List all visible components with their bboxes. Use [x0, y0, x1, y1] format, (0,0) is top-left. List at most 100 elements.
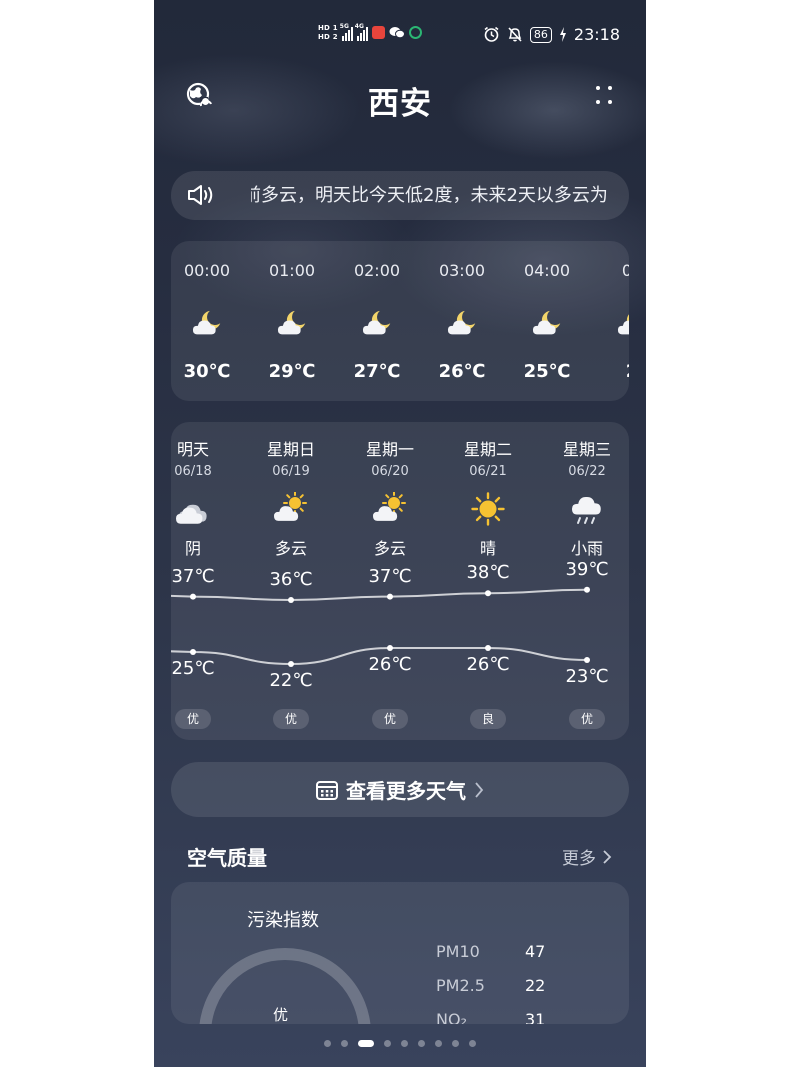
alarm-icon: [484, 26, 499, 42]
low-temp-label: 23℃: [565, 666, 609, 687]
day-date: 06/21: [469, 464, 507, 479]
low-temp-point: [387, 645, 393, 651]
pollutant-name: PM10: [436, 942, 480, 961]
hour-temp: 27℃: [353, 361, 401, 382]
pollutant-value: 22: [525, 976, 546, 995]
hour-temp: 25℃: [523, 361, 571, 382]
moon-cloud-icon: [446, 309, 480, 339]
day-date: 06/22: [568, 464, 606, 479]
notification-app-icon: [371, 26, 385, 39]
hd2-indicator: HD 2: [318, 33, 338, 41]
pollutant-value: 31: [525, 1010, 546, 1024]
sun-icon: [470, 492, 506, 526]
more-options-icon[interactable]: [594, 84, 614, 108]
day-condition: 多云: [274, 539, 307, 558]
hour-temp: 2: [592, 361, 629, 382]
air-quality-title: 空气质量: [187, 846, 267, 870]
high-temp-label: 37℃: [171, 565, 215, 587]
hour-time: 01:00: [268, 261, 316, 280]
signal-5g-icon: 5G: [339, 22, 353, 41]
pollution-index-label: 污染指数: [247, 910, 319, 931]
low-temp-label: 22℃: [269, 670, 313, 691]
day-name: 明天: [176, 440, 209, 459]
light-rain-icon: [569, 492, 605, 526]
moon-cloud-icon: [276, 309, 310, 339]
day-date: 06/20: [371, 464, 409, 479]
day-name: 星期一: [365, 440, 414, 459]
air-quality-more-link[interactable]: 更多: [562, 844, 612, 869]
clock-time: 23:18: [573, 25, 620, 44]
aqi-badge: 优: [372, 709, 408, 729]
hour-temp: 29℃: [268, 361, 316, 382]
page-dot[interactable]: [452, 1040, 459, 1047]
pollutant-value: 47: [525, 942, 546, 961]
page-indicator: [154, 1040, 646, 1047]
voice-broadcast-bar[interactable]: 前多云，明天比今天低2度，未来2天以多云为: [171, 171, 629, 220]
low-temp-point: [584, 657, 590, 663]
high-temp-point: [485, 590, 491, 597]
moon-cloud-icon: [191, 309, 225, 339]
aqi-badge: 优: [273, 709, 309, 729]
battery-level: 86: [529, 26, 552, 43]
page-dot[interactable]: [358, 1040, 374, 1047]
low-temp-label: 26℃: [368, 654, 412, 675]
hd1-indicator: HD 1: [318, 24, 338, 32]
low-temp-point: [190, 649, 196, 655]
page-dot[interactable]: [384, 1040, 391, 1047]
hour-temp: 30℃: [183, 361, 231, 382]
high-temp-label: 39℃: [565, 558, 609, 580]
signal-4g-label: 4G: [354, 22, 364, 30]
hourly-forecast-card[interactable]: 00:00 30℃ 01:00 29℃ 02:00 27℃ 03:00 26℃ 04:00 25℃…: [171, 241, 629, 401]
charging-icon: [559, 27, 566, 42]
view-more-label: 查看更多天气: [346, 779, 466, 803]
calendar-icon: [316, 780, 338, 800]
air-quality-more-label: 更多: [562, 849, 596, 869]
page-dot[interactable]: [341, 1040, 348, 1047]
pollutant-name: NO₂: [436, 1010, 467, 1024]
moon-cloud-icon: [616, 309, 629, 339]
wechat-icon: [389, 27, 405, 39]
aqi-badge: 优: [175, 709, 211, 729]
hour-time: 00:00: [183, 261, 231, 280]
hour-temp: 26℃: [438, 361, 486, 382]
chevron-right-icon: [475, 781, 484, 798]
speaker-icon[interactable]: [186, 183, 216, 207]
view-more-weather-button[interactable]: 查看更多天气: [171, 762, 629, 817]
day-date: 06/18: [174, 464, 212, 479]
weather-app-screen: HD 1 HD 2 5G 4G 86 23:18 西安 前多云，明天比今天低2度…: [154, 0, 646, 1067]
hour-time: 04:00: [523, 261, 571, 280]
low-temp-label: 25℃: [171, 658, 215, 679]
daily-forecast-card[interactable]: 明天 06/18 阴 37℃ 25℃ 优 星期日 06/19 多云 36℃ 22℃ 优 星期一 06/20…: [171, 422, 629, 740]
day-condition: 阴: [184, 539, 201, 558]
broadcast-text: 前多云，明天比今天低2度，未来2天以多云为: [251, 185, 608, 206]
air-quality-card[interactable]: 污染指数 优 PM10 47 PM2.5 22 NO₂ 31: [171, 882, 629, 1024]
chevron-right-icon: [603, 849, 612, 864]
day-condition: 多云: [373, 539, 406, 558]
city-title: 西安: [368, 86, 432, 122]
page-dot[interactable]: [469, 1040, 476, 1047]
hour-time: 05: [621, 261, 629, 280]
signal-5g-label: 5G: [339, 22, 349, 30]
partly-cloudy-icon: [372, 491, 408, 526]
day-condition: 晴: [479, 539, 496, 558]
high-temp-label: 38℃: [466, 562, 510, 584]
page-dot[interactable]: [401, 1040, 408, 1047]
mobile-app-icon: [408, 26, 422, 39]
status-bar: HD 1 HD 2 5G 4G 86 23:18: [154, 22, 646, 52]
page-dot[interactable]: [435, 1040, 442, 1047]
overcast-cloud-icon: [175, 492, 211, 526]
moon-cloud-icon: [361, 309, 395, 339]
page-dot[interactable]: [324, 1040, 331, 1047]
moon-cloud-icon: [531, 309, 565, 339]
low-temp-point: [485, 645, 491, 651]
partly-cloudy-icon: [273, 491, 309, 526]
aqi-badge: 优: [569, 709, 605, 729]
high-temp-point: [288, 597, 294, 603]
day-name: 星期三: [562, 440, 611, 459]
status-left: HD 1 HD 2 5G 4G: [318, 22, 422, 41]
aqi-level-label: 优: [273, 1006, 289, 1024]
day-name: 星期二: [463, 440, 512, 459]
page-dot[interactable]: [418, 1040, 425, 1047]
hour-time: 02:00: [353, 261, 401, 280]
high-temp-label: 37℃: [368, 565, 412, 587]
